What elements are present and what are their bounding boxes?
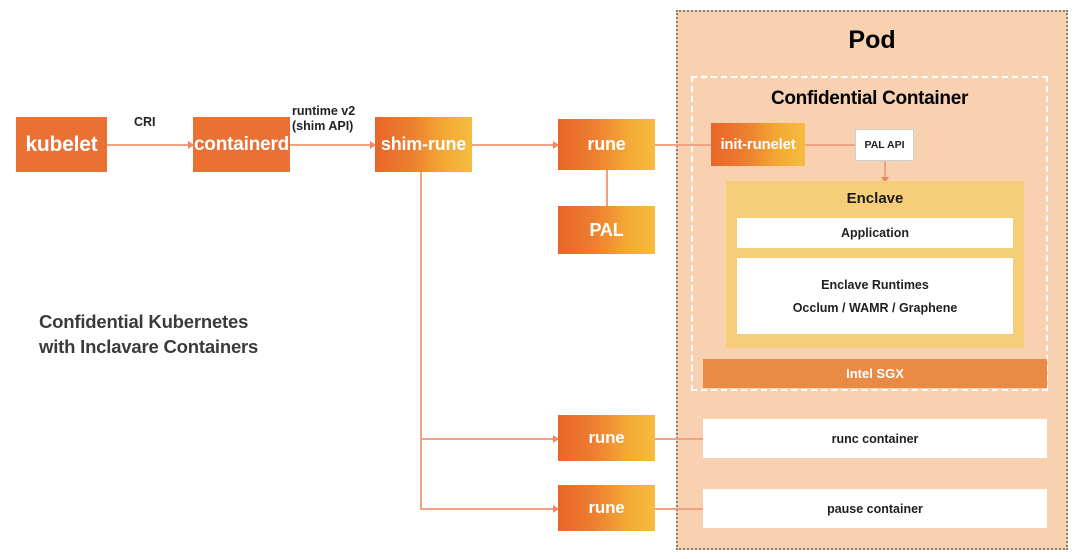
connector-trunk-rune-middle (420, 438, 558, 440)
enclave-title: Enclave (846, 190, 904, 207)
connector-shimrune-trunk (420, 170, 422, 510)
connector-containerd-shimrune (290, 144, 375, 146)
connector-trunk-rune-bottom (420, 508, 558, 510)
node-rune-middle[interactable]: rune (558, 415, 655, 461)
diagram-caption: Confidential Kubernetes with Inclavare C… (39, 311, 259, 357)
enclave-runtimes-title: Enclave Runtimes (821, 277, 929, 292)
connector-rune-pal (606, 170, 608, 206)
node-shim-rune[interactable]: shim-rune (375, 117, 472, 172)
runc-container-box[interactable]: runc container (703, 419, 1047, 458)
node-rune-top[interactable]: rune (558, 119, 655, 170)
architecture-diagram: Pod Confidential Container kubelet conta… (0, 0, 1080, 559)
connector-shimrune-rune-top (472, 144, 558, 146)
node-pal[interactable]: PAL (558, 206, 655, 254)
connector-kubelet-containerd (107, 144, 193, 146)
edge-label-cri: CRI (134, 115, 156, 129)
node-kubelet[interactable]: kubelet (16, 117, 107, 172)
pause-container-box[interactable]: pause container (703, 489, 1047, 528)
node-rune-bottom[interactable]: rune (558, 485, 655, 531)
connector-rune-initrunelet (655, 144, 711, 146)
pal-api-box[interactable]: PAL API (855, 129, 914, 161)
node-init-runelet[interactable]: init-runelet (711, 123, 805, 166)
enclave-runtimes-box[interactable]: Enclave Runtimes Occlum / WAMR / Graphen… (737, 258, 1013, 334)
pod-title: Pod (848, 26, 896, 54)
enclave-runtimes-list: Occlum / WAMR / Graphene (792, 300, 958, 315)
node-containerd[interactable]: containerd (193, 117, 290, 172)
confidential-container-title: Confidential Container (770, 88, 969, 109)
connector-initrunelet-palapi (805, 144, 855, 146)
hardware-intel-sgx: Intel SGX (703, 359, 1047, 388)
edge-label-runtime-v2: runtime v2 (shim API) (292, 104, 356, 133)
enclave-application-box[interactable]: Application (737, 218, 1013, 248)
